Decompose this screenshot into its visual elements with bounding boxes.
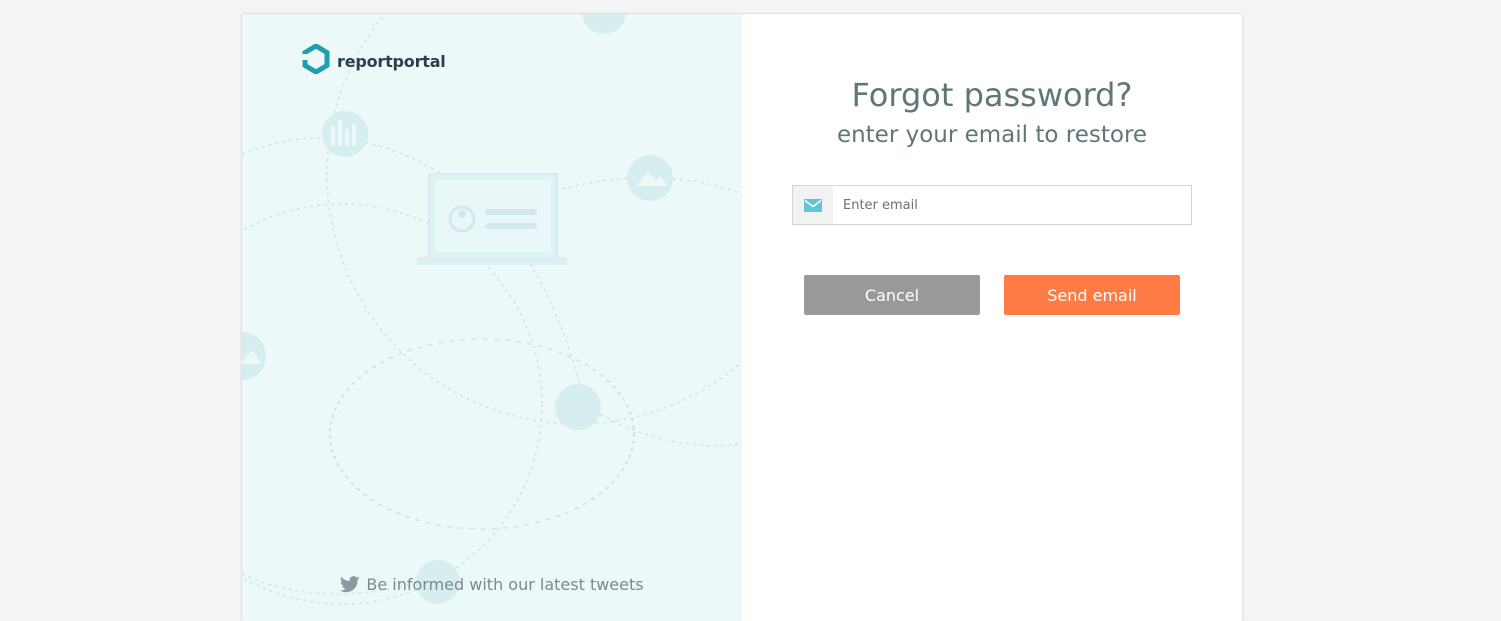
brand-name: reportportal [337,51,446,71]
forgot-password-card: reportportal Be informed with our latest… [242,14,1242,621]
twitter-icon [340,576,360,593]
send-email-button[interactable]: Send email [1004,275,1180,315]
cancel-button[interactable]: Cancel [804,275,980,315]
reportportal-hexagon-logo-icon [302,43,330,78]
mail-icon [793,186,833,224]
page-subtitle: enter your email to restore [836,122,1148,148]
form-panel: Forgot password? enter your email to res… [742,14,1242,621]
page-title: Forgot password? [851,76,1133,114]
brand-logo[interactable]: reportportal [302,43,446,78]
email-input[interactable] [833,186,1191,224]
latest-tweets-link[interactable]: Be informed with our latest tweets [242,575,742,594]
tweets-text: Be informed with our latest tweets [366,575,644,594]
promo-panel: reportportal Be informed with our latest… [242,14,742,621]
email-field [792,185,1192,225]
decorative-network-illustration [242,14,742,605]
